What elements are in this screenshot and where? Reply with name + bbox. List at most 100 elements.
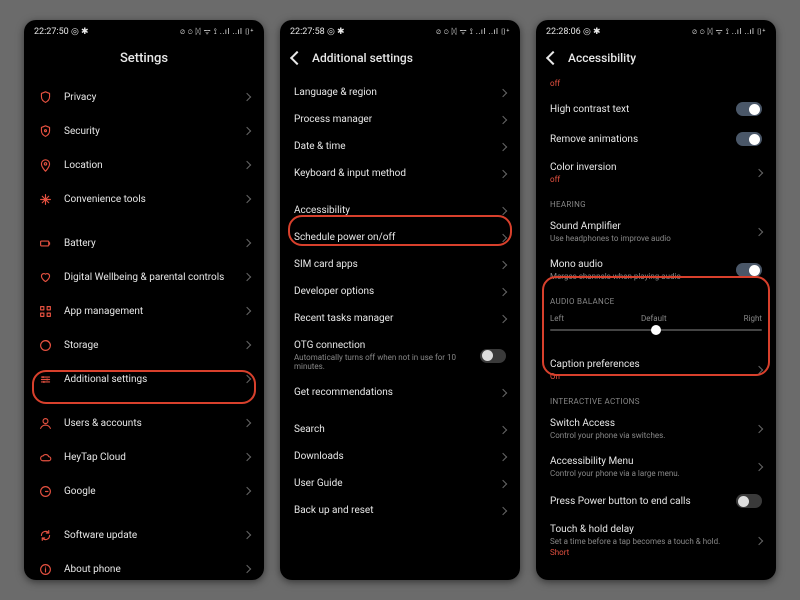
- settings-row[interactable]: Security: [24, 114, 264, 148]
- heart-icon: [38, 270, 52, 284]
- row-subtitle: Set a time before a tap becomes a touch …: [550, 537, 744, 546]
- chevron-right-icon: [243, 453, 251, 461]
- settings-row[interactable]: Recent tasks manager: [280, 305, 520, 332]
- chevron-right-icon: [243, 487, 251, 495]
- row-subtitle: Control your phone via switches.: [550, 431, 744, 440]
- chevron-right-icon: [755, 425, 763, 433]
- settings-row[interactable]: Language & region: [280, 79, 520, 106]
- chevron-right-icon: [243, 127, 251, 135]
- cloud-icon: [38, 450, 52, 464]
- row-label: Accessibility MenuControl your phone via…: [550, 456, 744, 478]
- settings-row[interactable]: Mono audioMerges channels when playing a…: [536, 251, 776, 289]
- row-label: Keyboard & input method: [294, 168, 488, 179]
- toggle-switch[interactable]: [736, 263, 762, 277]
- status-bar: 22:27:58 ◎ ✱ ⊘ ⊙ ᛞ ᯤ ⟟ ..ıl ..ıl ⌷⁺: [280, 20, 520, 41]
- row-label: Back up and reset: [294, 505, 488, 516]
- row-label: Date & time: [294, 141, 488, 152]
- chevron-right-icon: [499, 169, 507, 177]
- settings-row[interactable]: Privacy: [24, 80, 264, 114]
- screen-additional-settings: 22:27:58 ◎ ✱ ⊘ ⊙ ᛞ ᯤ ⟟ ..ıl ..ıl ⌷⁺ Addi…: [280, 20, 520, 580]
- settings-row[interactable]: Accessibility: [280, 197, 520, 224]
- slider-thumb[interactable]: [651, 325, 661, 335]
- chevron-right-icon: [243, 239, 251, 247]
- section-header-balance: AUDIO BALANCE: [536, 289, 776, 310]
- settings-row[interactable]: Press Power button to end calls: [536, 486, 776, 516]
- settings-row[interactable]: Back up and reset: [280, 497, 520, 524]
- row-label: Google: [64, 486, 232, 497]
- row-label: Developer options: [294, 286, 488, 297]
- balance-right-label: Right: [744, 314, 762, 323]
- settings-row[interactable]: Additional settings: [24, 362, 264, 396]
- toggle-switch[interactable]: [736, 132, 762, 146]
- settings-row[interactable]: User Guide: [280, 470, 520, 497]
- g-icon: [38, 484, 52, 498]
- chevron-right-icon: [755, 169, 763, 177]
- settings-row[interactable]: Users & accounts: [24, 406, 264, 440]
- update-icon: [38, 528, 52, 542]
- row-subtitle: off: [550, 175, 744, 184]
- settings-row[interactable]: OTG connectionAutomatically turns off wh…: [280, 332, 520, 379]
- screen-accessibility: 22:28:06 ◎ ✱ ⊘ ⊙ ᛞ ᯤ ⟟ ..ıl ..ıl ⌷⁺ Acce…: [536, 20, 776, 580]
- settings-row[interactable]: Switch AccessControl your phone via swit…: [536, 410, 776, 448]
- settings-row[interactable]: About phone: [24, 552, 264, 580]
- settings-row[interactable]: Date & time: [280, 133, 520, 160]
- settings-row[interactable]: Color inversionoff: [536, 154, 776, 192]
- back-icon[interactable]: [290, 51, 304, 65]
- settings-row[interactable]: HeyTap Cloud: [24, 440, 264, 474]
- settings-row[interactable]: Caption preferencesOn: [536, 351, 776, 389]
- settings-row[interactable]: Battery: [24, 226, 264, 260]
- section-header-actions: INTERACTIVE ACTIONS: [536, 389, 776, 410]
- chevron-right-icon: [755, 463, 763, 471]
- shieldlock-icon: [38, 124, 52, 138]
- page-title: Additional settings: [312, 51, 413, 65]
- row-label: Mono audioMerges channels when playing a…: [550, 259, 724, 281]
- settings-row[interactable]: Storage: [24, 328, 264, 362]
- chevron-right-icon: [243, 195, 251, 203]
- settings-row[interactable]: Schedule power on/off: [280, 224, 520, 251]
- toggle-switch[interactable]: [480, 349, 506, 363]
- settings-row[interactable]: Touch & hold delaySet a time before a ta…: [536, 516, 776, 565]
- settings-row[interactable]: Keyboard & input method: [280, 160, 520, 187]
- row-subtitle: On: [550, 372, 744, 381]
- prev-item-status: off: [536, 79, 776, 94]
- settings-row[interactable]: Software update: [24, 518, 264, 552]
- settings-row[interactable]: Google: [24, 474, 264, 508]
- row-label: Downloads: [294, 451, 488, 462]
- status-left-icons: ◎ ✱: [583, 27, 601, 37]
- chevron-right-icon: [755, 228, 763, 236]
- toggle-switch[interactable]: [736, 494, 762, 508]
- chevron-right-icon: [243, 307, 251, 315]
- settings-row[interactable]: High contrast text: [536, 94, 776, 124]
- row-label: Users & accounts: [64, 418, 232, 429]
- row-label: Software update: [64, 530, 232, 541]
- settings-row[interactable]: Downloads: [280, 443, 520, 470]
- audio-balance-slider[interactable]: LeftDefaultRight: [536, 310, 776, 341]
- settings-row[interactable]: SIM card apps: [280, 251, 520, 278]
- row-label: Remove animations: [550, 134, 724, 145]
- settings-row[interactable]: Sound AmplifierUse headphones to improve…: [536, 213, 776, 251]
- settings-row[interactable]: Process manager: [280, 106, 520, 133]
- settings-row[interactable]: Developer options: [280, 278, 520, 305]
- row-label: Switch AccessControl your phone via swit…: [550, 418, 744, 440]
- row-label: Color inversionoff: [550, 162, 744, 184]
- settings-row[interactable]: Remove animations: [536, 124, 776, 154]
- shield-icon: [38, 90, 52, 104]
- additional-settings-list: Language & regionProcess manager Date & t…: [280, 79, 520, 524]
- row-subtitle: Automatically turns off when not in use …: [294, 353, 468, 371]
- settings-row[interactable]: Get recommendations: [280, 379, 520, 406]
- back-icon[interactable]: [546, 51, 560, 65]
- row-label: Additional settings: [64, 374, 232, 385]
- settings-row[interactable]: Location: [24, 148, 264, 182]
- sparkle-icon: [38, 192, 52, 206]
- settings-row[interactable]: Accessibility MenuControl your phone via…: [536, 448, 776, 486]
- settings-row[interactable]: Convenience tools: [24, 182, 264, 216]
- settings-row[interactable]: Search: [280, 416, 520, 443]
- screen-settings: 22:27:50 ◎ ✱ ⊘ ⊙ ᛞ ᯤ ⟟ ..ıl ..ıl ⌷⁺ Sett…: [24, 20, 264, 580]
- settings-row[interactable]: Digital Wellbeing & parental controls: [24, 260, 264, 294]
- chevron-right-icon: [499, 206, 507, 214]
- toggle-switch[interactable]: [736, 102, 762, 116]
- chevron-right-icon: [243, 531, 251, 539]
- row-subtitle-value: Short: [550, 548, 744, 557]
- chevron-right-icon: [499, 479, 507, 487]
- settings-row[interactable]: App management: [24, 294, 264, 328]
